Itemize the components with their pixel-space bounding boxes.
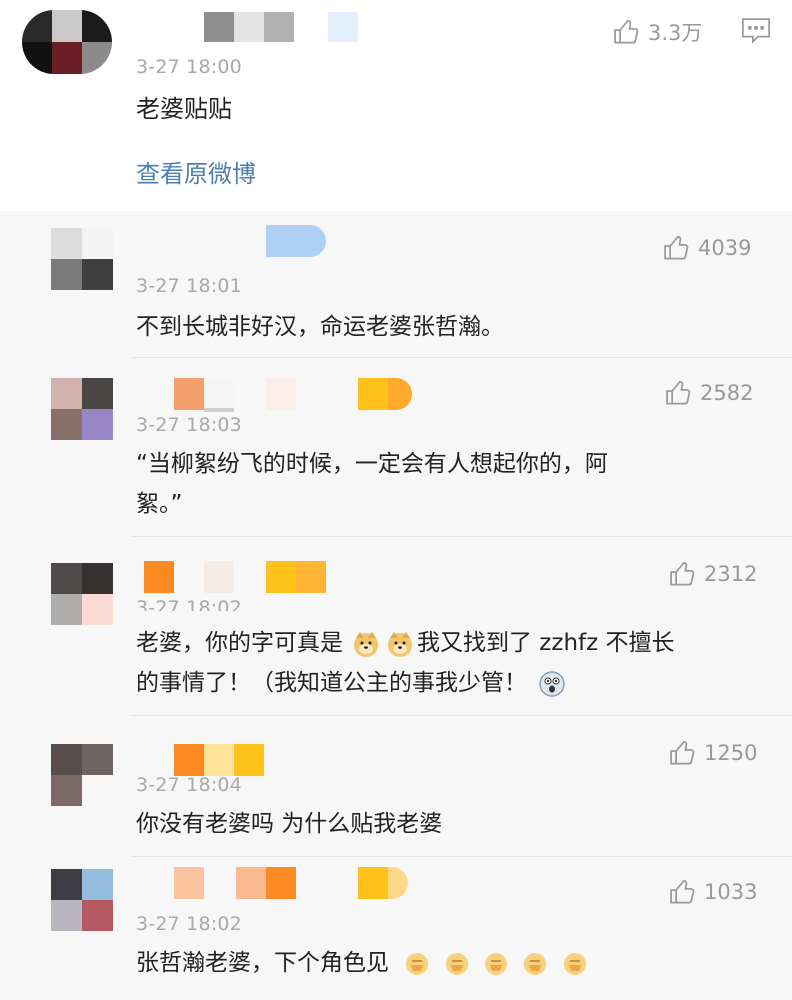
like-count: 1033 [704, 880, 758, 904]
comment-date: 3-27 18:01 [136, 275, 242, 297]
like-button[interactable]: 1033 [668, 877, 757, 907]
like-count: 3.3万 [648, 21, 703, 45]
pray-emoji-icon [406, 952, 429, 975]
main-comment: 3.3万 3-27 18:00 老婆贴贴 查看原微博 [0, 0, 792, 211]
user-avatar[interactable] [51, 744, 113, 806]
comment-text-line: 絮。” [136, 491, 183, 517]
like-button[interactable]: 3.3万 [612, 17, 702, 47]
comment-text: 老婆贴贴 [136, 95, 232, 123]
comment-date: 3-27 18:03 [136, 414, 242, 436]
comment-date: 3-27 18:02 [136, 597, 242, 611]
like-button[interactable]: 2312 [668, 559, 757, 589]
comment-text-segment: 我又找到了 zzhfz 不擅长 [417, 630, 675, 656]
like-count: 4039 [698, 236, 752, 260]
reply-item: 1033 3-27 18:02 张哲瀚老婆，下个角色见 [0, 857, 792, 1000]
like-button[interactable]: 4039 [662, 233, 751, 263]
user-avatar[interactable] [51, 228, 113, 290]
emoji-row [404, 950, 587, 976]
comment-text-line: “当柳絮纷飞的时候，一定会有人想起你的，阿 [136, 451, 608, 477]
like-count: 1250 [704, 741, 758, 765]
view-original-link[interactable]: 查看原微博 [136, 154, 256, 189]
comment-text: 不到长城非好汉，命运老婆张哲瀚。 [136, 314, 504, 340]
comment-date: 3-27 18:04 [136, 774, 242, 796]
scared-emoji-icon [539, 670, 565, 697]
user-avatar[interactable] [51, 869, 113, 931]
comment-text-segment: 的事情了！（我知道公主的事我少管！ [136, 670, 527, 696]
user-avatar[interactable] [51, 378, 113, 440]
thumbs-up-icon [614, 19, 639, 44]
reply-item: 2312 3-27 18:02 老婆，你的字可真是 我又找到了 zzhfz 不擅长… [0, 537, 792, 716]
thumbs-up-icon [670, 561, 695, 586]
reply-item: 2582 3-27 18:03 “当柳絮纷飞的时候，一定会有人想起你的，阿 絮。… [0, 358, 792, 537]
comment-text-line: 老婆，你的字可真是 我又找到了 zzhfz 不擅长 [136, 623, 675, 663]
thumbs-up-icon [664, 235, 689, 260]
reply-item: 4039 3-27 18:01 不到长城非好汉，命运老婆张哲瀚。 [0, 211, 792, 358]
user-avatar[interactable] [51, 563, 113, 625]
comment-text-segment: 老婆，你的字可真是 [136, 630, 343, 656]
doge-emoji-icon [354, 631, 378, 657]
thumbs-up-icon [670, 740, 695, 765]
like-button[interactable]: 1250 [668, 738, 757, 768]
thumbs-up-icon [666, 380, 691, 405]
comment-text: 你没有老婆吗 为什么贴我老婆 [136, 811, 443, 837]
user-avatar[interactable] [22, 10, 112, 74]
like-count: 2582 [700, 381, 754, 405]
comment-text-line: 的事情了！（我知道公主的事我少管！ [136, 663, 567, 703]
like-button[interactable]: 2582 [664, 378, 753, 408]
pray-emoji-icon [445, 952, 468, 975]
comment-text-segment: 张哲瀚老婆，下个角色见 [136, 950, 389, 976]
pray-emoji-icon [524, 952, 547, 975]
pray-emoji-icon [484, 952, 507, 975]
comment-date: 3-27 18:00 [136, 56, 242, 78]
like-count: 2312 [704, 562, 758, 586]
thumbs-up-icon [670, 879, 695, 904]
pray-emoji-icon [563, 952, 586, 975]
reply-item: 1250 3-27 18:04 你没有老婆吗 为什么贴我老婆 [0, 716, 792, 857]
comment-icon[interactable] [741, 17, 771, 45]
comment-text-line: 张哲瀚老婆，下个角色见 [136, 943, 588, 983]
doge-emoji-icon [388, 631, 412, 657]
comment-date: 3-27 18:02 [136, 913, 242, 935]
